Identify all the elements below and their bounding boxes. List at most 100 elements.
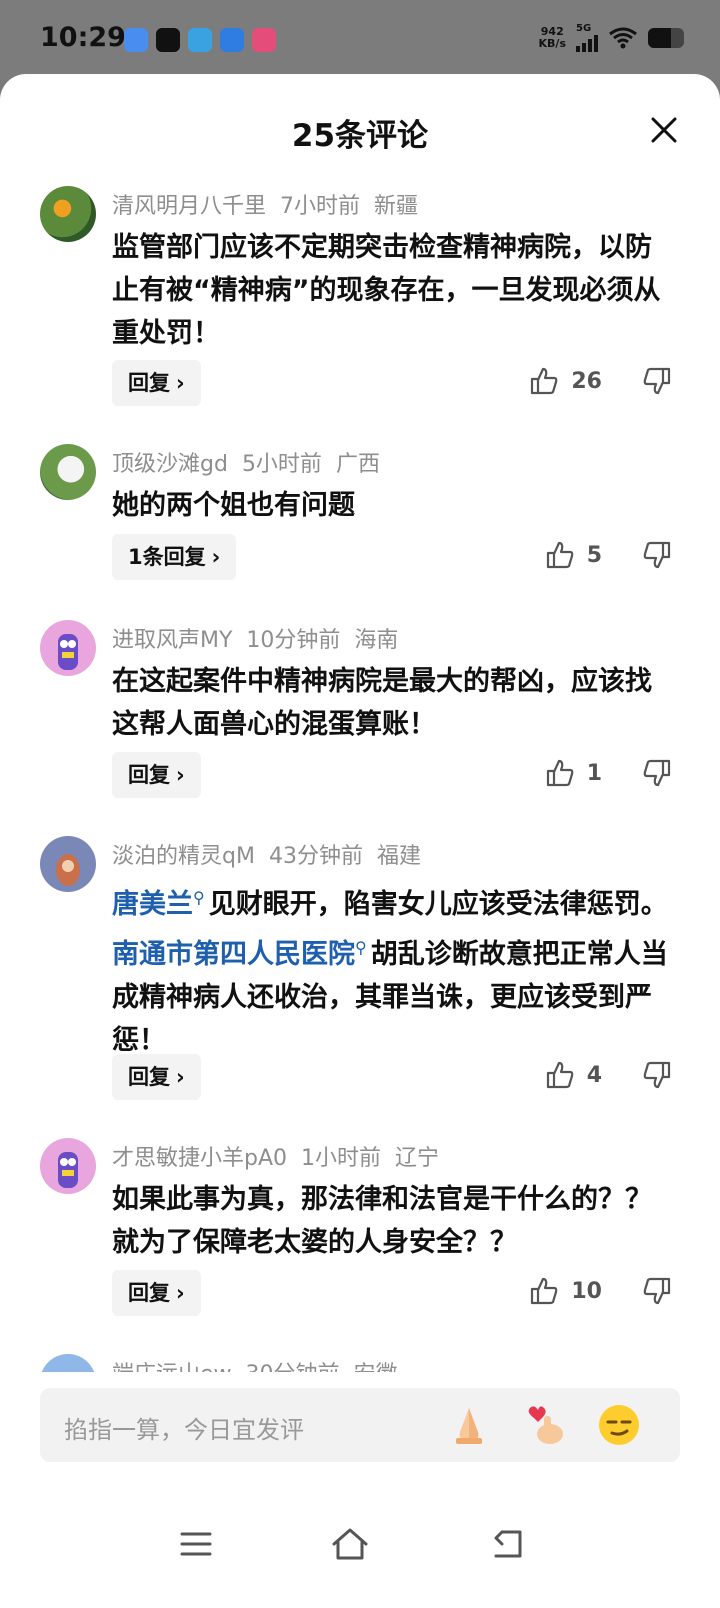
cartoon-avatar-icon (56, 854, 80, 886)
like-button[interactable]: 26 (529, 366, 602, 396)
mention-link[interactable]: 唐美兰 (112, 889, 193, 920)
like-button[interactable]: 4 (545, 1060, 602, 1090)
wifi-icon (609, 27, 637, 49)
comment-time: 43分钟前 (268, 844, 363, 869)
thumbs-up-icon (531, 1277, 558, 1305)
reply-button[interactable]: 回复 › (112, 1270, 201, 1316)
status-bar: 10:29 942 KB/s 5G (0, 0, 720, 80)
battery-icon (648, 28, 684, 48)
comment-username[interactable]: 才思敏捷小羊pA0 (112, 1146, 287, 1171)
smirk-emoji[interactable] (596, 1402, 642, 1448)
avatar[interactable] (40, 444, 96, 500)
home-icon[interactable] (330, 1526, 370, 1562)
chevron-right-icon: › (176, 1065, 185, 1089)
finger-heart-emoji[interactable] (524, 1402, 570, 1448)
reply-label: 回复 (128, 1281, 170, 1305)
comment-meta: 顶级沙滩gd 5小时前 广西 (112, 446, 394, 478)
back-icon[interactable] (488, 1526, 528, 1562)
thumbs-up-icon (546, 541, 574, 569)
cellular-signal-icon: 5G (576, 24, 598, 52)
status-time: 10:29 (40, 22, 126, 53)
comment-location: 海南 (354, 628, 399, 653)
comment-location: 福建 (376, 844, 421, 869)
thumbs-down-icon[interactable] (642, 366, 672, 396)
avatar[interactable] (40, 1138, 96, 1194)
like-count: 26 (571, 368, 602, 394)
mention-link[interactable]: 南通市第四人民医院 (112, 939, 355, 970)
network-speed: 942 KB/s (539, 26, 566, 50)
comment-time: 7小时前 (280, 194, 361, 219)
chevron-right-icon: › (211, 545, 221, 569)
comment-text: 如果此事为真，那法律和法官是干什么的？？就为了保障老太婆的人身安全？？ (112, 1184, 652, 1258)
chevron-right-icon: › (176, 763, 185, 787)
thumbs-down-icon[interactable] (642, 1060, 672, 1090)
network-type: 5G (576, 23, 592, 34)
system-navbar (0, 1484, 720, 1608)
notification-icons (124, 28, 276, 52)
comment-time: 30分钟前 (246, 1362, 340, 1372)
comment-username[interactable]: 进取风声MY (112, 628, 232, 653)
comment-meta: 进取风声MY 10分钟前 海南 (112, 622, 412, 654)
reply-button[interactable]: 回复 › (112, 1054, 201, 1100)
thumbs-up-icon (531, 367, 558, 395)
close-icon[interactable] (650, 116, 678, 144)
like-button[interactable]: 1 (545, 758, 602, 788)
comment-time: 10分钟前 (246, 628, 341, 653)
reply-button[interactable]: 回复 › (112, 360, 201, 406)
comment-input[interactable]: 掐指一算，今日宜发评 (40, 1388, 680, 1462)
comment-location: 辽宁 (395, 1146, 440, 1171)
comment-text: 在这起案件中精神病院是最大的帮凶，应该找这帮人面兽心的混蛋算账！ (112, 666, 652, 740)
network-speed-unit: KB/s (538, 37, 566, 50)
app-notification-icon (124, 28, 148, 52)
comment-username[interactable]: 淡泊的精灵qM (112, 844, 255, 869)
avatar[interactable] (40, 186, 96, 242)
comment-username[interactable]: 清风明月八千里 (112, 194, 266, 219)
like-button[interactable]: 10 (529, 1276, 602, 1306)
cartoon-avatar-icon (58, 1152, 78, 1188)
like-count: 1 (586, 760, 602, 786)
comment-time: 5小时前 (241, 452, 322, 477)
comment-meta: 淡泊的精灵qM 43分钟前 福建 (112, 838, 435, 870)
reply-label: 回复 (128, 1065, 170, 1089)
menu-icon[interactable] (176, 1526, 216, 1562)
comment-input-placeholder: 掐指一算，今日宜发评 (64, 1416, 304, 1444)
thumbs-down-icon[interactable] (642, 540, 672, 570)
comment-time: 1小时前 (301, 1146, 382, 1171)
comment-location: 安徽 (354, 1362, 398, 1372)
avatar[interactable] (40, 1354, 96, 1372)
thumbs-up-icon (546, 759, 574, 787)
comment-location: 广西 (335, 452, 380, 477)
search-icon: ⚲ (355, 938, 367, 957)
reply-label: 1条回复 (128, 545, 206, 569)
reply-label: 回复 (128, 371, 170, 395)
avatar[interactable] (40, 620, 96, 676)
tiktok-notification-icon (156, 28, 180, 52)
thumbs-down-icon[interactable] (642, 758, 672, 788)
comment-item: 端庄远山ew 30分钟前 安徽 (0, 1354, 720, 1372)
comment-text: 唐美兰⚲ 见财眼开，陷害女儿应该受法律惩罚。南通市第四人民医院⚲ 胡乱诊断故意把正常… (112, 876, 672, 1062)
thumbs-down-icon[interactable] (642, 1276, 672, 1306)
chevron-right-icon: › (176, 371, 185, 395)
reply-button[interactable]: 回复 › (112, 752, 201, 798)
comment-meta: 端庄远山ew 30分钟前 安徽 (112, 1356, 412, 1372)
like-button[interactable]: 5 (545, 540, 602, 570)
comment-text: 她的两个姐也有问题 (112, 490, 355, 521)
app-notification-icon (220, 28, 244, 52)
thumbs-up-icon (546, 1061, 574, 1089)
app-notification-icon (252, 28, 276, 52)
comment-text: 监管部门应该不定期突击检查精神病院，以防止有被“精神病”的现象存在，一旦发现必须… (112, 232, 661, 349)
search-icon: ⚲ (193, 888, 205, 907)
comment-meta: 才思敏捷小羊pA0 1小时前 辽宁 (112, 1140, 453, 1172)
chevron-right-icon: › (176, 1281, 185, 1305)
pray-emoji[interactable] (446, 1402, 492, 1448)
comment-location: 新疆 (374, 194, 419, 219)
avatar[interactable] (40, 836, 96, 892)
like-count: 4 (586, 1062, 602, 1088)
comment-text-part: 见财眼开，陷害女儿应该受法律惩罚。 (208, 889, 668, 920)
reply-button[interactable]: 1条回复 › (112, 534, 237, 580)
like-count: 10 (571, 1278, 602, 1304)
comment-username[interactable]: 顶级沙滩gd (112, 452, 228, 477)
reply-label: 回复 (128, 763, 170, 787)
comment-username[interactable]: 端庄远山ew (112, 1362, 232, 1372)
like-count: 5 (586, 542, 602, 568)
